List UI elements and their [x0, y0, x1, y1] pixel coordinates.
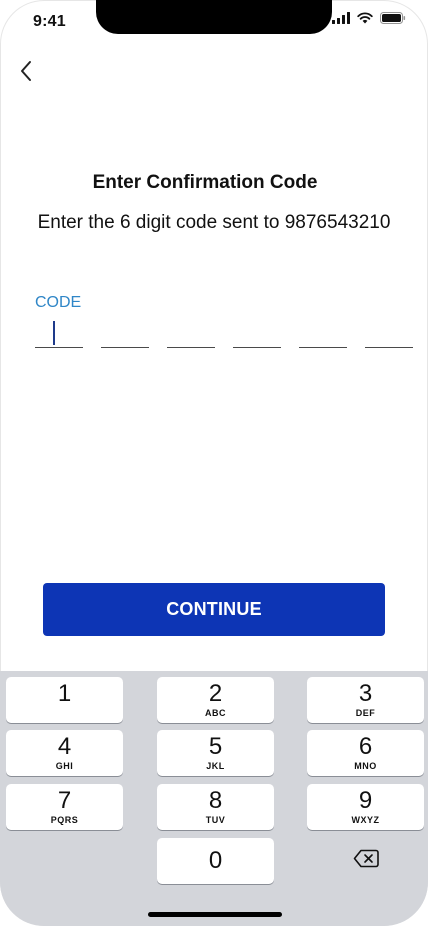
key-digit: 4: [57, 732, 72, 760]
battery-icon: [380, 11, 406, 29]
code-input-group: [35, 318, 413, 348]
key-digit: 0: [208, 847, 223, 874]
continue-button[interactable]: CONTINUE: [43, 583, 385, 636]
key-digit: 9: [358, 786, 373, 814]
notch: [96, 0, 332, 34]
key-4[interactable]: 4 GHI: [6, 730, 123, 776]
signal-icon: [332, 11, 350, 29]
chevron-left-icon: [19, 60, 33, 87]
key-1[interactable]: 1: [6, 677, 123, 723]
text-caret: [53, 321, 55, 345]
code-label: CODE: [35, 294, 82, 311]
phone-screen: 9:41 Enter Confirmation Code Enter the 6…: [0, 0, 428, 926]
key-digit: 3: [358, 679, 373, 707]
key-9[interactable]: 9 WXYZ: [307, 784, 424, 830]
code-digit-4[interactable]: [233, 318, 281, 348]
key-digit: 1: [57, 679, 72, 707]
key-7[interactable]: 7 PQRS: [6, 784, 123, 830]
key-letters: TUV: [205, 814, 226, 825]
page-subtitle: Enter the 6 digit code sent to 987654321…: [37, 212, 391, 233]
key-letters: ABC: [205, 707, 226, 718]
key-3[interactable]: 3 DEF: [307, 677, 424, 723]
key-digit: 8: [208, 786, 223, 814]
wifi-icon: [357, 11, 373, 29]
code-digit-1[interactable]: [35, 318, 83, 348]
back-button[interactable]: [12, 59, 40, 87]
key-8[interactable]: 8 TUV: [157, 784, 274, 830]
key-6[interactable]: 6 MNO: [307, 730, 424, 776]
backspace-icon: [353, 849, 379, 873]
status-bar: 9:41: [0, 0, 428, 44]
key-letters: DEF: [355, 707, 376, 718]
key-2[interactable]: 2 ABC: [157, 677, 274, 723]
code-digit-5[interactable]: [299, 318, 347, 348]
key-letters: WXYZ: [351, 814, 380, 825]
key-digit: 7: [57, 786, 72, 814]
status-icons: [332, 12, 406, 29]
key-digit: 5: [208, 732, 223, 760]
key-5[interactable]: 5 JKL: [157, 730, 274, 776]
key-letters: PQRS: [50, 814, 79, 825]
page-title: Enter Confirmation Code: [92, 172, 318, 193]
status-time: 9:41: [33, 13, 66, 30]
code-digit-2[interactable]: [101, 318, 149, 348]
key-digit: 2: [208, 679, 223, 707]
code-digit-3[interactable]: [167, 318, 215, 348]
code-digit-6[interactable]: [365, 318, 413, 348]
key-0[interactable]: 0: [157, 838, 274, 884]
delete-key[interactable]: [307, 838, 424, 884]
key-letters: GHI: [55, 760, 74, 771]
key-digit: 6: [358, 732, 373, 760]
key-letters: MNO: [354, 760, 377, 771]
key-letters: JKL: [206, 760, 225, 771]
numeric-keypad: 1 2 ABC 3 DEF 4 GHI 5 JKL 6 MNO 7 PQRS 8: [0, 671, 428, 926]
home-indicator: [148, 912, 282, 917]
